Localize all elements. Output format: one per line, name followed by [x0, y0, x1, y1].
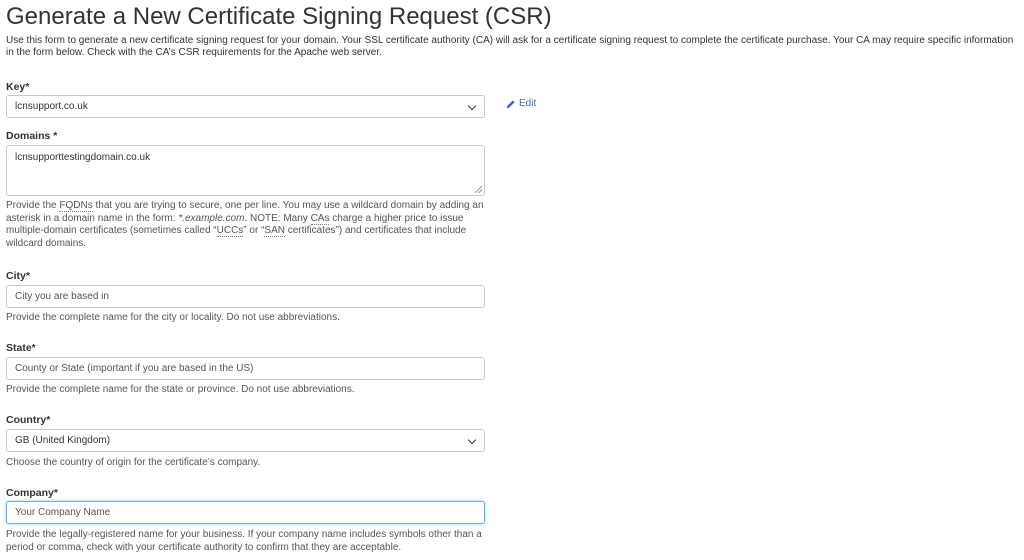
pencil-icon	[507, 99, 515, 108]
city-help: Provide the complete name for the city o…	[6, 312, 340, 323]
example-domain: *.example.com	[178, 212, 245, 224]
fqdn-abbr: FQDNs	[59, 200, 93, 212]
country-select-value: GB (United Kingdom)	[15, 435, 111, 446]
edit-key-link[interactable]: Edit	[506, 98, 536, 109]
page-title: Generate a New Certificate Signing Reque…	[6, 3, 552, 30]
city-input[interactable]: City you are based in	[6, 285, 485, 308]
domains-textarea[interactable]: lcnsupporttestingdomain.co.uk	[6, 145, 485, 196]
uccs-abbr: UCCs	[216, 225, 244, 237]
company-help: Provide the legally-registered name for …	[6, 529, 482, 553]
state-label: State*	[6, 342, 36, 354]
state-help: Provide the complete name for the state …	[6, 384, 355, 395]
state-placeholder: County or State (important if you are ba…	[15, 363, 254, 374]
country-label: Country*	[6, 414, 51, 426]
state-input[interactable]: County or State (important if you are ba…	[6, 357, 485, 380]
country-select[interactable]: GB (United Kingdom)	[6, 429, 485, 452]
domains-value: lcnsupporttestingdomain.co.uk	[15, 152, 151, 163]
city-placeholder: City you are based in	[15, 291, 109, 302]
intro-text: Use this form to generate a new certific…	[6, 35, 1014, 58]
key-select[interactable]: lcnsupport.co.uk	[6, 95, 485, 118]
resize-handle-icon[interactable]	[475, 186, 482, 193]
company-input[interactable]: Your Company Name	[6, 501, 485, 524]
city-label: City*	[6, 270, 30, 282]
chevron-down-icon	[468, 437, 476, 445]
key-label: Key*	[6, 81, 30, 93]
cas-abbr: CAs	[310, 212, 330, 225]
domains-label: Domains *	[6, 130, 58, 142]
domains-help: Provide the FQDNs that you are trying to…	[6, 200, 484, 249]
company-label: Company*	[6, 487, 58, 499]
company-placeholder: Your Company Name	[15, 507, 111, 518]
san-abbr: SAN	[264, 225, 285, 237]
country-help: Choose the country of origin for the cer…	[6, 457, 261, 468]
key-select-value: lcnsupport.co.uk	[15, 101, 88, 112]
edit-label: Edit	[519, 98, 537, 109]
chevron-down-icon	[468, 103, 476, 111]
